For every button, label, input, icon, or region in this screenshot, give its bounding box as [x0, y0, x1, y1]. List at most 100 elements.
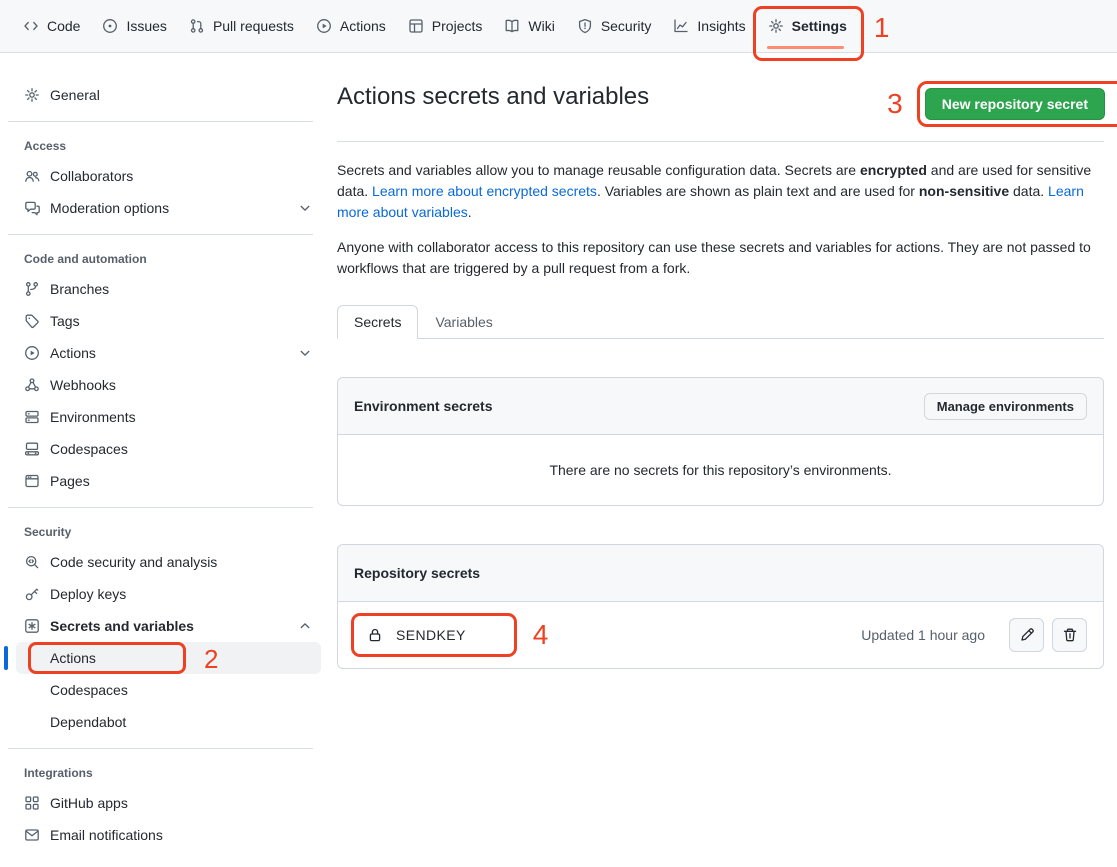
sidebar-item-environments[interactable]: Environments	[16, 401, 321, 433]
tab-settings[interactable]: Settings	[757, 0, 858, 52]
people-icon	[24, 168, 40, 184]
tab-label: Wiki	[528, 18, 554, 34]
divider	[8, 121, 313, 122]
tab-secrets[interactable]: Secrets	[337, 305, 418, 339]
tab-issues[interactable]: Issues	[91, 0, 177, 52]
secrets-variables-tabnav: Secrets Variables	[337, 305, 1104, 339]
sidebar-item-label: Code security and analysis	[50, 554, 313, 570]
intro-bold-non-sensitive: non-sensitive	[919, 183, 1009, 199]
sidebar-item-label: Branches	[50, 281, 313, 297]
sidebar-item-email-notifications[interactable]: Email notifications	[16, 819, 321, 851]
play-icon	[24, 345, 40, 361]
secret-row: SENDKEY 4 Updated 1 hour ago	[338, 602, 1103, 668]
book-icon	[504, 18, 520, 34]
chevron-down-icon	[297, 200, 313, 216]
tab-label: Insights	[697, 18, 745, 34]
new-repository-secret-button[interactable]: New repository secret	[925, 88, 1105, 120]
selected-item-bar	[4, 646, 8, 670]
manage-environments-button[interactable]: Manage environments	[924, 393, 1087, 420]
sidebar-item-secrets-and-variables[interactable]: Secrets and variables	[16, 610, 321, 642]
gear-icon	[24, 87, 40, 103]
intro-paragraph: Secrets and variables allow you to manag…	[337, 160, 1104, 223]
environment-secrets-title: Environment secrets	[354, 398, 493, 414]
sidebar-item-label: Webhooks	[50, 377, 313, 393]
tab-label: Code	[47, 18, 80, 34]
active-tab-underline	[767, 46, 844, 49]
delete-secret-button[interactable]	[1052, 618, 1087, 652]
environment-secrets-header: Environment secrets Manage environments	[338, 378, 1103, 435]
sidebar-subitem-codespaces-secrets[interactable]: Codespaces	[16, 674, 321, 706]
chevron-up-icon	[297, 618, 313, 634]
tab-security[interactable]: Security	[566, 0, 663, 52]
intro-bold-encrypted: encrypted	[860, 162, 927, 178]
pencil-icon	[1019, 627, 1035, 643]
settings-sidebar: General Access Collaborators Moderation …	[0, 53, 321, 851]
sidebar-item-webhooks[interactable]: Webhooks	[16, 369, 321, 401]
comment-discussion-icon	[24, 200, 40, 216]
annotation-number-4: 4	[533, 621, 549, 649]
tab-pull-requests[interactable]: Pull requests	[178, 0, 305, 52]
sidebar-item-code-security[interactable]: Code security and analysis	[16, 546, 321, 578]
sidebar-item-codespaces[interactable]: Codespaces	[16, 433, 321, 465]
repository-secrets-header: Repository secrets	[338, 545, 1103, 602]
codespaces-icon	[24, 441, 40, 457]
tab-projects[interactable]: Projects	[397, 0, 494, 52]
tab-actions[interactable]: Actions	[305, 0, 397, 52]
sidebar-section-title-security: Security	[16, 518, 321, 546]
tab-code[interactable]: Code	[12, 0, 91, 52]
sidebar-item-label: Actions	[50, 650, 313, 666]
page-header: Actions secrets and variables 3 New repo…	[337, 81, 1104, 142]
tab-wiki[interactable]: Wiki	[493, 0, 565, 52]
tab-label: Projects	[432, 18, 483, 34]
server-icon	[24, 409, 40, 425]
intro-text: data.	[1009, 183, 1048, 199]
asterisk-box-icon	[24, 618, 40, 634]
sidebar-item-general[interactable]: General	[16, 79, 321, 111]
gear-icon	[768, 18, 784, 34]
sidebar-item-branches[interactable]: Branches	[16, 273, 321, 305]
apps-icon	[24, 795, 40, 811]
edit-secret-button[interactable]	[1009, 618, 1044, 652]
tab-label: Actions	[340, 18, 386, 34]
shield-icon	[577, 18, 593, 34]
page-title: Actions secrets and variables	[337, 81, 649, 112]
sidebar-item-github-apps[interactable]: GitHub apps	[16, 787, 321, 819]
graph-icon	[673, 18, 689, 34]
environment-secrets-card: Environment secrets Manage environments …	[337, 377, 1104, 506]
divider	[8, 507, 313, 508]
intro-text: . Variables are shown as plain text and …	[597, 183, 919, 199]
sidebar-section-title-code-automation: Code and automation	[16, 245, 321, 273]
secret-updated-timestamp: Updated 1 hour ago	[861, 627, 985, 643]
sidebar-item-label: Dependabot	[50, 714, 313, 730]
sidebar-section-title-integrations: Integrations	[16, 759, 321, 787]
sidebar-item-moderation-options[interactable]: Moderation options	[16, 192, 321, 224]
sidebar-subitem-actions-secrets[interactable]: Actions 2	[16, 642, 321, 674]
sidebar-item-label: Collaborators	[50, 168, 313, 184]
tab-insights[interactable]: Insights	[662, 0, 756, 52]
sidebar-item-pages[interactable]: Pages	[16, 465, 321, 497]
sidebar-item-tags[interactable]: Tags	[16, 305, 321, 337]
sidebar-item-label: Email notifications	[50, 827, 313, 843]
annotation-number-3: 3	[887, 90, 903, 118]
sidebar-item-label: General	[50, 87, 313, 103]
sidebar-item-collaborators[interactable]: Collaborators	[16, 160, 321, 192]
intro-text: .	[468, 204, 472, 220]
sidebar-item-label: Actions	[50, 345, 287, 361]
trash-icon	[1062, 627, 1078, 643]
tab-variables[interactable]: Variables	[418, 305, 509, 339]
annotation-box-4: SENDKEY	[351, 613, 517, 657]
collaborator-access-paragraph: Anyone with collaborator access to this …	[337, 237, 1104, 279]
sidebar-subitem-dependabot-secrets[interactable]: Dependabot	[16, 706, 321, 738]
annotation-number-1: 1	[874, 14, 890, 42]
issue-opened-icon	[102, 18, 118, 34]
sidebar-item-deploy-keys[interactable]: Deploy keys	[16, 578, 321, 610]
divider	[8, 748, 313, 749]
sidebar-item-actions[interactable]: Actions	[16, 337, 321, 369]
sidebar-item-label: Environments	[50, 409, 313, 425]
sidebar-item-label: Codespaces	[50, 682, 313, 698]
repository-secrets-card: Repository secrets SENDKEY 4 Updated 1 h…	[337, 544, 1104, 669]
code-icon	[23, 18, 39, 34]
webhook-icon	[24, 377, 40, 393]
link-encrypted-secrets[interactable]: Learn more about encrypted secrets	[372, 183, 597, 199]
codescan-icon	[24, 554, 40, 570]
